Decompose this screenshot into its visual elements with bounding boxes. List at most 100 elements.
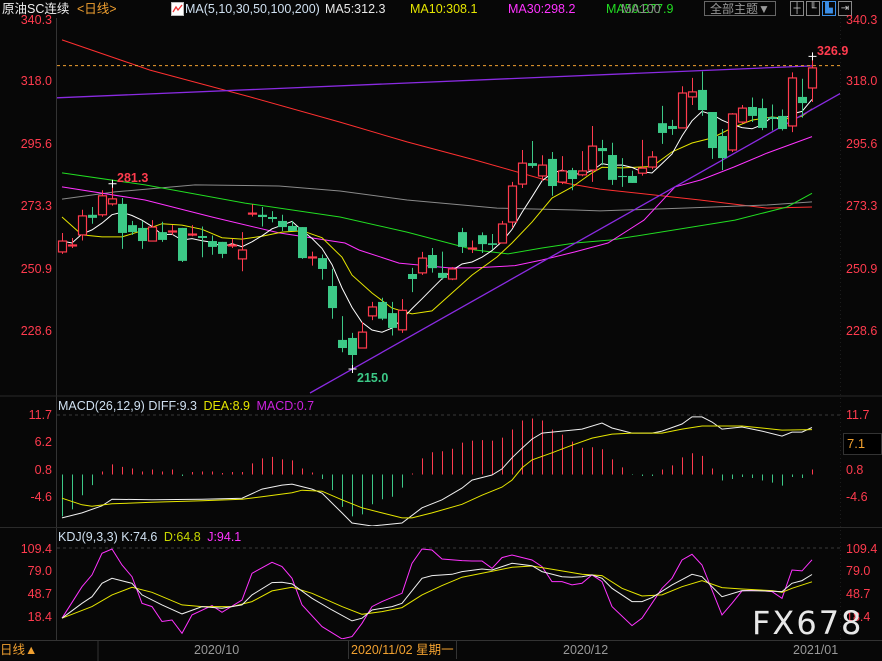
kdj-title[interactable]: KDJ(9,3,3) [58, 530, 118, 544]
candle [608, 142, 617, 185]
candle-body [187, 233, 198, 236]
macd-tick-left: 11.7 [28, 408, 52, 422]
kdj-tick-right: 79.0 [846, 564, 871, 578]
candle-body [488, 243, 497, 245]
candle-body [408, 274, 417, 280]
kdj-k-line [61, 562, 813, 622]
candle-body [77, 215, 88, 236]
price-tick-right: 273.3 [846, 199, 878, 213]
macd-tick-right: 0.8 [846, 463, 864, 477]
candle-body [167, 230, 178, 233]
candle-body [397, 309, 408, 331]
kdj-j-line [61, 548, 813, 639]
ma5-value: MA5:312.3 [325, 2, 386, 16]
candle-body [237, 249, 248, 260]
kdj-legend: KDJ(9,3,3) K:74.6 D:64.8 J:94.1 [58, 529, 241, 545]
candle-body [318, 258, 327, 269]
price-tick-right: 340.3 [846, 13, 878, 27]
candle [778, 109, 787, 131]
price-tick-left: 340.3 [20, 13, 52, 27]
candle [388, 301, 397, 336]
candle [208, 235, 217, 255]
ma30-value: MA30:298.2 [508, 2, 576, 16]
candle [397, 299, 408, 333]
candle-body [668, 125, 677, 130]
candle-body [478, 235, 487, 245]
candle [677, 86, 688, 129]
macd-tick-right: 11.7 [846, 408, 870, 422]
candle-body [447, 268, 458, 280]
theme-select-button[interactable]: 全部主题▼ [704, 1, 776, 16]
candle [528, 141, 537, 168]
macd-dea-line [61, 425, 813, 519]
grid-icon[interactable]: ┼ [790, 1, 804, 16]
period-selector[interactable]: <日线> [77, 0, 117, 18]
macd-title[interactable]: MACD(26,12,9) [58, 399, 145, 413]
split-view-icon[interactable]: ╙ [806, 1, 820, 16]
candle-body [608, 155, 617, 180]
candle-body [647, 156, 658, 168]
candle-body [438, 272, 447, 278]
candle [247, 204, 258, 217]
chart-canvas[interactable] [0, 0, 882, 661]
candle-body [378, 301, 387, 319]
candle-body [807, 67, 818, 89]
ma-params[interactable]: MA(5,10,30,50,100,200) [185, 0, 320, 18]
candle [318, 254, 327, 280]
candle [227, 238, 238, 249]
price-tick-left: 273.3 [20, 199, 52, 213]
candle [787, 72, 798, 133]
period-toggle[interactable]: 日线▲ [0, 642, 37, 658]
price-tick-left: 318.0 [20, 74, 52, 88]
candle-body [128, 225, 137, 233]
ma100-value: MA100 [621, 2, 661, 16]
candle [598, 139, 607, 166]
candle-body [507, 185, 518, 223]
candle [338, 316, 347, 353]
candle [118, 198, 127, 249]
ma10-value: MA10:308.1 [410, 2, 478, 16]
candle [618, 158, 627, 187]
candle-body [637, 167, 648, 174]
ma50-line [61, 172, 813, 255]
candle [328, 268, 337, 319]
candle-body [677, 92, 688, 129]
candle-body [768, 117, 777, 119]
candle [367, 301, 378, 321]
indicator-chart-icon[interactable] [171, 2, 184, 16]
candle-body [178, 227, 187, 261]
macd-value: MACD:0.7 [256, 399, 315, 413]
candle [548, 151, 557, 196]
kdj-tick-left: 109.4 [20, 542, 52, 556]
kdj-tick-left: 18.4 [27, 610, 52, 624]
kdj-tick-right: 109.4 [846, 542, 878, 556]
candle-body [577, 170, 588, 176]
kdj-tick-left: 48.7 [27, 587, 52, 601]
price-tick-left: 228.6 [20, 324, 52, 338]
time-label: 2021/01 [793, 643, 839, 657]
price-panel [57, 39, 840, 394]
candle [687, 77, 698, 106]
macd-diff: DIFF:9.3 [148, 399, 197, 413]
candle-body [727, 113, 738, 151]
candle [568, 167, 577, 191]
candle-body [198, 236, 207, 238]
macd-tick-right: -4.6 [846, 490, 868, 504]
candle [637, 139, 648, 176]
candle-body [338, 339, 347, 349]
candle [378, 297, 387, 321]
candle [467, 240, 478, 254]
candle-body [528, 163, 537, 166]
candle [458, 227, 467, 254]
candle-body [88, 214, 97, 218]
candle-body [67, 244, 78, 247]
candle-body [278, 220, 287, 228]
candle [708, 112, 717, 159]
macd-diff-line [61, 416, 813, 526]
candle [647, 151, 658, 170]
macd-dea: DEA:8.9 [203, 399, 250, 413]
candle [768, 104, 777, 131]
kdj-k: K:74.6 [121, 530, 158, 544]
price-tick-left: 250.9 [20, 262, 52, 276]
bar-view-icon[interactable]: ▙ [822, 1, 836, 16]
